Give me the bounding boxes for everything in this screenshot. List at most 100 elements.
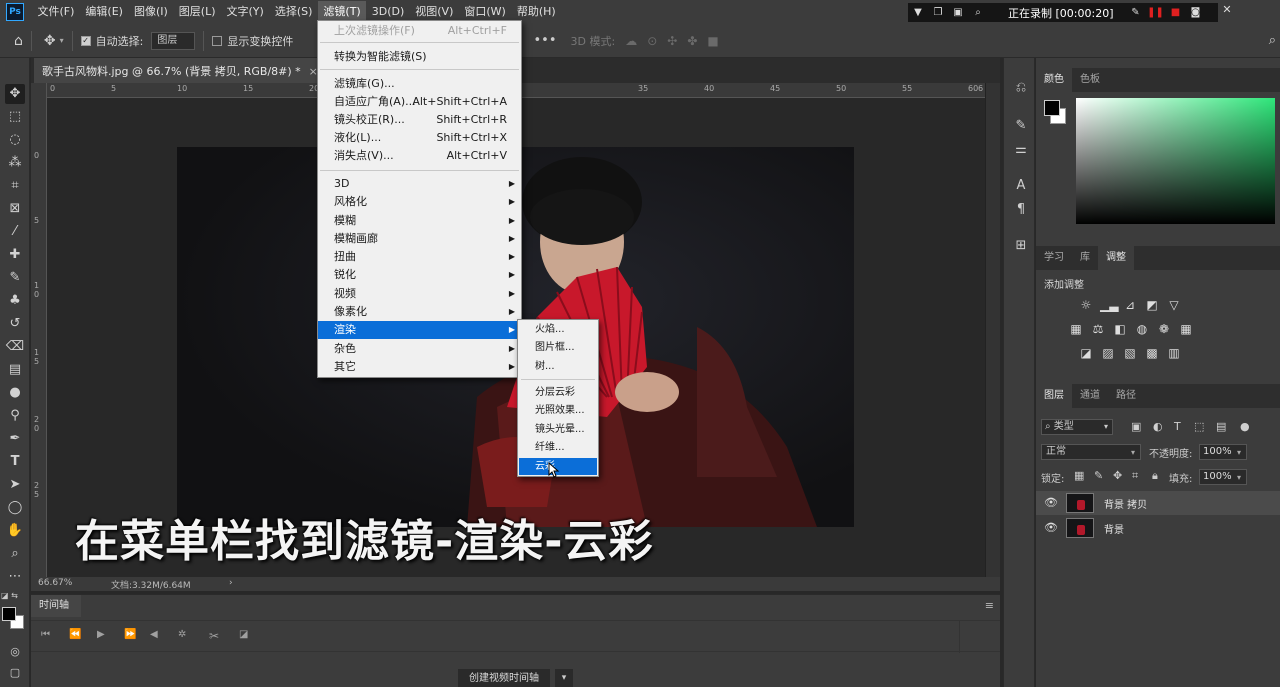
pen-tool-icon[interactable]: ✒ (5, 429, 25, 449)
smart-object-filter-icon[interactable]: ▤ (1216, 420, 1226, 433)
pen-icon[interactable]: ✎ (1125, 7, 1145, 18)
settings-gear-icon[interactable]: ✲ (178, 629, 186, 640)
zoom-tool-icon[interactable]: ⌕ (5, 544, 25, 564)
vertical-scrollbar[interactable] (985, 83, 1000, 577)
layer-row[interactable]: 👁︎ 背景 拷贝 (1036, 491, 1280, 515)
next-frame-icon[interactable]: ⏩ (124, 629, 136, 640)
threshold-icon[interactable]: ▧ (1122, 346, 1138, 360)
eraser-tool-icon[interactable]: ⌫ (5, 337, 25, 357)
tab-learn[interactable]: 学习 (1036, 246, 1072, 270)
adjustment-filter-icon[interactable]: ◐ (1153, 420, 1163, 433)
auto-select-checkbox[interactable]: ✓ (80, 35, 91, 46)
color-spectrum[interactable] (1076, 98, 1275, 224)
menu-file[interactable]: 文件(F) (32, 1, 80, 23)
menu-item-blur-gallery[interactable]: 模糊画廊 ▶ (318, 230, 521, 248)
brush-settings-icon[interactable]: ✎ (1011, 116, 1031, 136)
crop-tool-icon[interactable]: ⌗ (5, 176, 25, 196)
lock-pixels-icon[interactable]: ✎ (1094, 469, 1103, 482)
3d-orbit-icon[interactable]: ☁ (625, 34, 637, 48)
create-video-timeline-button[interactable]: 创建视频时间轴 (458, 669, 550, 687)
first-frame-icon[interactable]: ⏮ (41, 629, 50, 640)
menu-item-tree[interactable]: 树... (519, 358, 597, 375)
dodge-tool-icon[interactable]: ⚲ (5, 406, 25, 426)
collapse-icon[interactable]: ▼ (908, 7, 928, 18)
menu-item-liquify[interactable]: 液化(L)... Shift+Ctrl+X (318, 129, 521, 147)
menu-item-video[interactable]: 视频 ▶ (318, 285, 521, 303)
visibility-eye-icon[interactable]: 👁︎ (1044, 496, 1058, 509)
color-lookup-icon[interactable]: ▦ (1178, 322, 1194, 336)
tab-adjustments[interactable]: 调整 (1098, 246, 1134, 270)
filter-toggle-icon[interactable]: ● (1240, 420, 1250, 433)
menu-item-distort[interactable]: 扭曲 ▶ (318, 248, 521, 266)
audio-icon[interactable]: ◀ (150, 629, 158, 640)
menu-item-adaptive-wide-angle[interactable]: 自适应广角(A)... Alt+Shift+Ctrl+A (318, 93, 521, 111)
menu-item-convert-smart-filter[interactable]: 转换为智能滤镜(S) (318, 48, 521, 66)
black-white-icon[interactable]: ◧ (1112, 322, 1128, 336)
menu-layer[interactable]: 图层(L) (173, 1, 221, 23)
lock-transparent-icon[interactable]: ▦ (1074, 469, 1084, 482)
blur-tool-icon[interactable]: ● (5, 383, 25, 403)
properties-icon[interactable]: ⊞ (1011, 236, 1031, 256)
menu-image[interactable]: 图像(I) (128, 1, 173, 23)
selective-color-icon[interactable]: ▩ (1144, 346, 1160, 360)
menu-item-flame[interactable]: 火焰... (519, 321, 597, 338)
menu-item-lens-correction[interactable]: 镜头校正(R)... Shift+Ctrl+R (318, 111, 521, 129)
chevron-down-icon[interactable]: ▾ (1237, 448, 1241, 457)
color-balance-icon[interactable]: ⚖ (1090, 322, 1106, 336)
menu-item-stylize[interactable]: 风格化 ▶ (318, 193, 521, 211)
menu-item-lighting-effects[interactable]: 光照效果... (519, 402, 597, 419)
lasso-tool-icon[interactable]: ◌ (5, 130, 25, 150)
menu-item-filter-gallery[interactable]: 滤镜库(G)... (318, 75, 521, 93)
move-tool-icon[interactable]: ✥ (44, 33, 56, 49)
lock-all-icon[interactable]: 🔒︎ (1152, 469, 1158, 483)
exposure-icon[interactable]: ◩ (1144, 298, 1160, 312)
home-icon[interactable]: ⌂ (14, 33, 23, 49)
show-transform-checkbox[interactable] (212, 35, 223, 46)
marquee-tool-icon[interactable]: ⬚ (5, 107, 25, 127)
brightness-icon[interactable]: ☼ (1078, 298, 1094, 312)
channel-mixer-icon[interactable]: ❁ (1156, 322, 1172, 336)
menu-item-fibers[interactable]: 纤维... (519, 439, 597, 456)
path-selection-tool-icon[interactable]: ➤ (5, 475, 25, 495)
frame-tool-icon[interactable]: ⊠ (5, 199, 25, 219)
magic-wand-tool-icon[interactable]: ⁂ (5, 153, 25, 173)
adjust-sliders-icon[interactable]: ⚌ (1011, 140, 1031, 160)
tab-channels[interactable]: 通道 (1072, 384, 1108, 408)
character-icon[interactable]: A (1011, 176, 1031, 196)
pause-icon[interactable]: ❚❚ (1145, 7, 1165, 18)
menu-item-3d[interactable]: 3D ▶ (318, 175, 521, 193)
zoom-level[interactable]: 66.67% (38, 578, 72, 588)
stamp-tool-icon[interactable]: ♣ (5, 291, 25, 311)
pixel-filter-icon[interactable]: ▣ (1131, 420, 1141, 433)
3d-camera-icon[interactable]: ■ (707, 34, 718, 48)
menu-item-difference-clouds[interactable]: 分层云彩 (519, 384, 597, 401)
gradient-map-icon[interactable]: ▥ (1166, 346, 1182, 360)
type-filter-icon[interactable]: T (1174, 420, 1181, 433)
history-brush-tool-icon[interactable]: ↺ (5, 314, 25, 334)
vibrance-icon[interactable]: ▽ (1166, 298, 1182, 312)
menu-item-picture-frame[interactable]: 图片框... (519, 339, 597, 356)
layer-row[interactable]: 👁︎ 背景 (1036, 516, 1280, 540)
menu-item-other[interactable]: 其它 ▶ (318, 358, 521, 376)
split-scissors-icon[interactable]: ✂ (209, 629, 219, 643)
menu-item-noise[interactable]: 杂色 ▶ (318, 340, 521, 358)
zoom-icon[interactable]: ⌕ (968, 7, 988, 18)
invert-icon[interactable]: ◪ (1078, 346, 1094, 360)
tab-paths[interactable]: 路径 (1108, 384, 1144, 408)
healing-brush-tool-icon[interactable]: ✚ (5, 245, 25, 265)
photo-filter-icon[interactable]: ◍ (1134, 322, 1150, 336)
more-options-icon[interactable]: ••• (534, 33, 557, 48)
foreground-color-swatch[interactable] (1044, 100, 1060, 116)
ellipse-tool-icon[interactable]: ◯ (5, 498, 25, 518)
history-icon[interactable]: ⎌ (1011, 78, 1031, 98)
menu-item-sharpen[interactable]: 锐化 ▶ (318, 266, 521, 284)
menu-item-last-filter[interactable]: 上次滤镜操作(F) Alt+Ctrl+F (318, 22, 521, 40)
menu-item-lens-flare[interactable]: 镜头光晕... (519, 421, 597, 438)
close-icon[interactable]: ✕ (1220, 3, 1234, 16)
menu-item-render[interactable]: 渲染 ▶ (318, 321, 521, 339)
tab-swatches[interactable]: 色板 (1072, 68, 1108, 92)
posterize-icon[interactable]: ▨ (1100, 346, 1116, 360)
move-tool-icon[interactable]: ✥ (5, 84, 25, 104)
panel-menu-icon[interactable]: ≡ (985, 599, 994, 612)
fullscreen-icon[interactable]: ▣ (948, 7, 968, 18)
